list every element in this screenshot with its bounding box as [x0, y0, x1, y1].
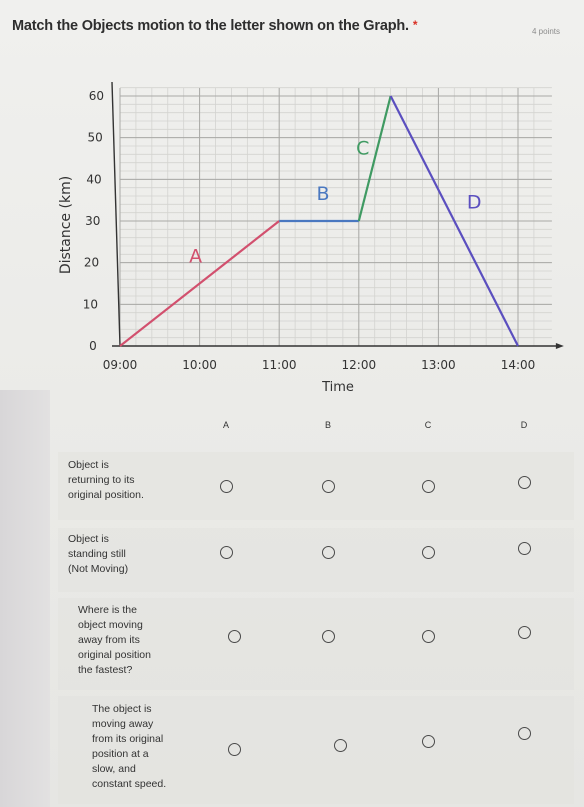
row-label: Object is returning to its original posi…	[68, 459, 144, 501]
y-tick-label: 40	[86, 172, 101, 186]
segment-label-c: C	[356, 137, 369, 159]
y-axis-label: Distance (km)	[58, 176, 74, 274]
radio-c[interactable]	[422, 480, 435, 493]
y-tick-label: 20	[84, 256, 99, 270]
grid-major	[119, 88, 552, 347]
x-tick-label: 11:00	[262, 358, 297, 372]
row-label: Object is standing still (Not Moving)	[68, 533, 129, 575]
y-tick-label: 0	[89, 339, 97, 353]
points-label: 4 points	[532, 27, 561, 36]
x-tick-label: 09:00	[103, 358, 138, 372]
segment-label-b: B	[316, 183, 329, 205]
radio-b[interactable]	[322, 480, 335, 493]
question-title-text: Match the Objects motion to the letter s…	[12, 18, 409, 34]
column-header-a: A	[222, 420, 229, 430]
radio-d[interactable]	[518, 626, 531, 639]
radio-c[interactable]	[422, 546, 435, 559]
x-tick-labels: 09:00 10:00 11:00 12:00 13:00 14:00	[103, 358, 536, 372]
radio-a[interactable]	[228, 743, 241, 756]
radio-d[interactable]	[518, 727, 531, 740]
required-marker: *	[412, 18, 418, 32]
x-axis-arrow	[555, 343, 564, 349]
column-header-d: D	[520, 420, 528, 430]
radio-a[interactable]	[220, 546, 233, 559]
x-tick-label: 13:00	[421, 358, 456, 372]
column-header-b: B	[324, 420, 331, 430]
column-header-c: C	[424, 420, 432, 430]
x-axis-label: Time	[321, 380, 354, 395]
radio-b[interactable]	[322, 546, 335, 559]
radio-b[interactable]	[334, 739, 347, 752]
question-title: Match the Objects motion to the letter s…	[12, 18, 418, 34]
page-margin	[0, 390, 50, 807]
y-tick-label: 10	[83, 297, 98, 311]
segment-label-a: A	[189, 246, 202, 268]
y-tick-label: 60	[89, 89, 104, 103]
y-tick-labels: 0 10 20 30 40 50 60	[83, 89, 104, 353]
radio-c[interactable]	[422, 735, 435, 748]
radio-a[interactable]	[220, 480, 233, 493]
radio-d[interactable]	[518, 476, 531, 489]
axes	[111, 81, 564, 349]
radio-b[interactable]	[322, 630, 335, 643]
radio-a[interactable]	[228, 630, 241, 643]
radio-d[interactable]	[518, 542, 531, 555]
grid-minor	[119, 87, 552, 347]
x-tick-label: 12:00	[342, 358, 377, 372]
y-tick-label: 30	[85, 214, 100, 228]
segment-label-d: D	[467, 192, 482, 214]
distance-time-chart: 0 10 20 30 40 50 60 09:00 10:00 11:00 12:00 13:00 1…	[58, 81, 564, 395]
row-label: Where is the object moving away from its…	[78, 604, 151, 676]
x-tick-label: 14:00	[501, 358, 536, 372]
segment-labels: A B C D	[189, 137, 481, 267]
y-axis	[111, 81, 121, 347]
radio-c[interactable]	[422, 630, 435, 643]
y-tick-label: 50	[88, 131, 103, 145]
x-tick-label: 10:00	[182, 358, 217, 372]
row-label: The object is moving away from its origi…	[92, 703, 167, 790]
